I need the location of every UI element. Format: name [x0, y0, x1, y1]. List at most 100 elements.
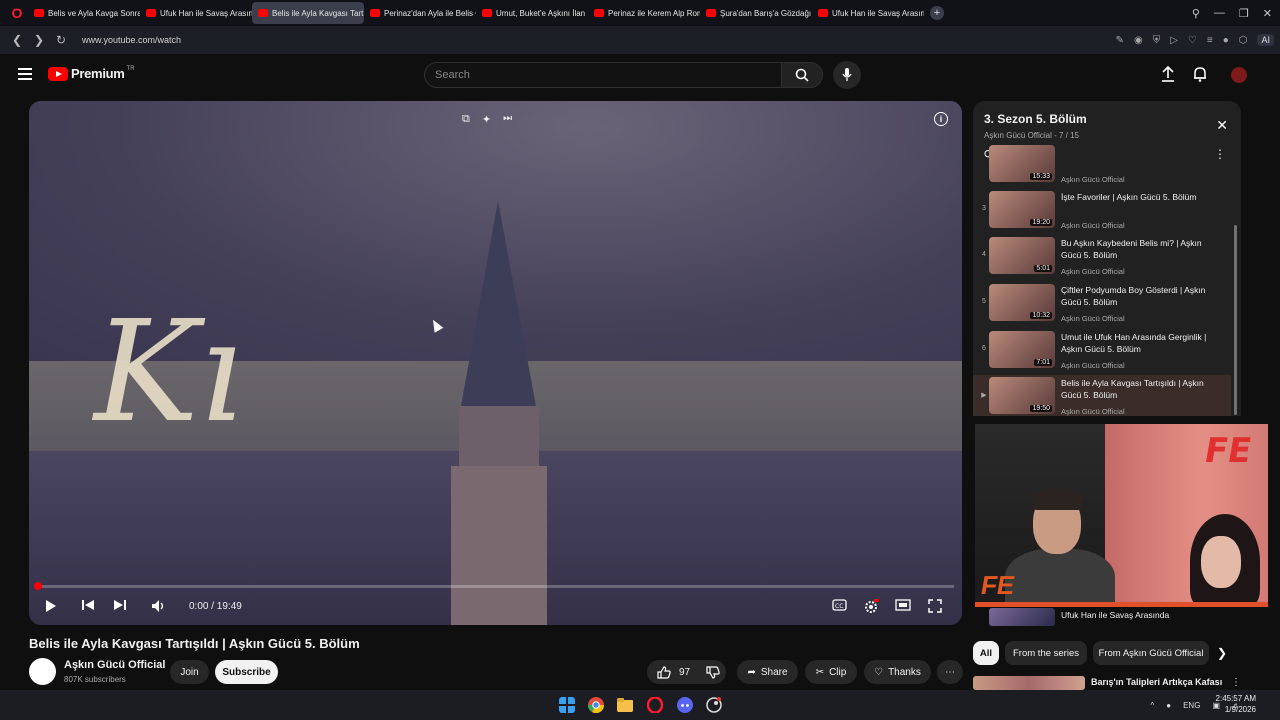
- item-channel: Aşkın Gücü Official: [1061, 267, 1125, 276]
- tab-5[interactable]: Umut, Buket'e Aşkını İlan E: [476, 2, 588, 24]
- info-icon[interactable]: i: [934, 112, 948, 126]
- tray-chevron-icon[interactable]: ^: [1150, 701, 1154, 710]
- opera-icon[interactable]: [647, 697, 663, 713]
- progress-bar[interactable]: [37, 585, 954, 588]
- next-button-icon[interactable]: [113, 599, 127, 611]
- recommendation-menu-icon[interactable]: ⋮: [1231, 677, 1241, 688]
- thumbs-down-icon[interactable]: [706, 666, 720, 679]
- search-tabs-icon[interactable]: ⚲: [1192, 7, 1200, 20]
- reload-button[interactable]: ↻: [50, 33, 72, 47]
- previous-button-icon[interactable]: [81, 599, 95, 611]
- ai-button[interactable]: AI: [1257, 34, 1274, 46]
- video-thumbnail: 19:50: [989, 377, 1055, 414]
- youtube-premium-logo[interactable]: Premium TR: [48, 66, 135, 81]
- search-button[interactable]: [781, 62, 823, 88]
- share-button[interactable]: ➦ Share: [737, 660, 798, 684]
- youtube-favicon-icon: [706, 9, 716, 17]
- volume-icon[interactable]: [151, 599, 167, 613]
- tab-4[interactable]: Perinaz'dan Ayla ile Belis G: [364, 2, 476, 24]
- tab-label: Şura'dan Barış'a Gözdağı |: [720, 8, 812, 18]
- voice-search-button[interactable]: [833, 61, 861, 89]
- next-playlist-item-title[interactable]: Ufuk Han ile Savaş Arasında: [1061, 610, 1169, 620]
- notifications-bell-icon[interactable]: [1193, 66, 1207, 82]
- back-button[interactable]: ❮: [6, 33, 28, 47]
- subscriber-count: 807K subscribers: [64, 675, 126, 684]
- tab-1[interactable]: Belis ve Ayla Kavga Sonra: [28, 2, 140, 24]
- language-indicator[interactable]: ENG: [1183, 701, 1200, 710]
- steam-icon[interactable]: [706, 697, 722, 713]
- channel-avatar[interactable]: [29, 658, 56, 685]
- theater-mode-icon[interactable]: [895, 599, 911, 611]
- search-input[interactable]: Search: [424, 62, 782, 88]
- miniplayer-icon[interactable]: ⧉: [462, 113, 470, 126]
- system-clock[interactable]: 2:45:57 AM 1/9/2026: [1216, 693, 1256, 715]
- video-thumbnail[interactable]: [989, 608, 1055, 626]
- tab-7[interactable]: Şura'dan Barış'a Gözdağı |: [700, 2, 812, 24]
- play-button-icon[interactable]: [45, 599, 57, 613]
- captions-icon[interactable]: CC: [832, 599, 847, 611]
- opera-logo-icon[interactable]: O: [6, 2, 28, 24]
- list-item[interactable]: 6 7:01 Umut ile Ufuk Han Arasında Gergin…: [973, 329, 1231, 375]
- more-actions-button[interactable]: ⋯: [937, 660, 963, 684]
- extension-icon[interactable]: ⬡: [1239, 35, 1248, 46]
- playlist-title[interactable]: 3. Sezon 5. Bölüm: [984, 112, 1087, 126]
- list-item[interactable]: 5 10:32 Çiftler Podyumda Boy Gösterdi | …: [973, 282, 1231, 328]
- item-title: Belis ile Ayla Kavgası Tartışıldı | Aşkı…: [1061, 378, 1204, 400]
- play-icon[interactable]: ▷: [1170, 35, 1178, 46]
- discord-icon[interactable]: [677, 697, 693, 713]
- camera-icon[interactable]: ◉: [1134, 35, 1143, 46]
- tab-3-active[interactable]: Belis ile Ayla Kavgası Tartı: [252, 2, 364, 24]
- fullscreen-icon[interactable]: [928, 599, 942, 613]
- thumbs-up-icon[interactable]: [657, 665, 671, 679]
- ai-sparkle-icon[interactable]: ✦: [482, 113, 491, 126]
- list-item[interactable]: 4 5:01 Bu Aşkın Kaybedeni Belis mi? | Aş…: [973, 235, 1231, 281]
- list-item-current[interactable]: ▶ 19:50 Belis ile Ayla Kavgası Tartışıld…: [973, 375, 1231, 416]
- galata-tower-image: [451, 201, 547, 625]
- tab-8[interactable]: Ufuk Han ile Savaş Arasında: [812, 2, 924, 24]
- heart-icon[interactable]: ♡: [1188, 35, 1197, 46]
- youtube-favicon-icon: [258, 9, 268, 17]
- recommendation-thumbnail[interactable]: [973, 676, 1085, 690]
- url-field[interactable]: www.youtube.com/watch: [82, 35, 181, 45]
- hamburger-menu-icon[interactable]: [18, 68, 32, 80]
- chip-from-channel[interactable]: From Aşkın Gücü Official: [1093, 641, 1209, 665]
- microphone-tray-icon[interactable]: ●: [1166, 701, 1171, 710]
- youtube-favicon-icon: [370, 9, 380, 17]
- chevron-right-icon[interactable]: ❯: [1217, 646, 1227, 660]
- chip-from-series[interactable]: From the series: [1005, 641, 1087, 665]
- scrubber-handle[interactable]: [34, 582, 42, 590]
- menu-icon[interactable]: ≡: [1207, 35, 1213, 46]
- skip-icon[interactable]: ⏭: [503, 113, 512, 126]
- join-button[interactable]: Join: [170, 660, 209, 684]
- tab-6[interactable]: Perinaz ile Kerem Alp Rom: [588, 2, 700, 24]
- shield-icon[interactable]: ⛨: [1153, 35, 1161, 46]
- thanks-button[interactable]: ♡ Thanks: [864, 660, 931, 684]
- video-player[interactable]: Kı ⧉ ✦ ⏭ i 0:00 / 19:49 CC: [29, 101, 962, 625]
- edit-icon[interactable]: ✎: [1116, 35, 1124, 46]
- close-window-button[interactable]: ✕: [1263, 7, 1272, 20]
- minimize-button[interactable]: —: [1214, 7, 1225, 19]
- upload-icon[interactable]: [1161, 66, 1175, 82]
- file-explorer-icon[interactable]: [617, 697, 633, 713]
- windows-start-icon[interactable]: [559, 697, 575, 713]
- item-channel: Aşkın Gücü Official: [1061, 407, 1125, 416]
- clip-button[interactable]: ✂ Clip: [805, 660, 857, 684]
- list-item[interactable]: 3 19:20 İşte Favoriler | Aşkın Gücü 5. B…: [973, 189, 1231, 235]
- chip-all[interactable]: All: [973, 641, 999, 665]
- chrome-icon[interactable]: [588, 697, 604, 713]
- like-count[interactable]: 97: [679, 667, 690, 678]
- channel-name[interactable]: Aşkın Gücü Official: [64, 659, 165, 671]
- close-icon[interactable]: ✕: [1216, 117, 1228, 134]
- maximize-button[interactable]: ❐: [1239, 7, 1249, 20]
- settings-gear-icon[interactable]: [863, 599, 879, 615]
- account-avatar[interactable]: [1231, 67, 1247, 83]
- list-item[interactable]: 15:33 Aşkın Gücü Official: [973, 143, 1231, 189]
- recommendation-title[interactable]: Barış'ın Talipleri Artıkça Kafası: [1091, 677, 1222, 687]
- forward-button[interactable]: ❯: [28, 33, 50, 47]
- new-tab-button[interactable]: +: [930, 6, 944, 20]
- overlay-script-text: Kı: [94, 291, 244, 454]
- playlist-scrollbar[interactable]: [1234, 225, 1237, 415]
- tab-2[interactable]: Ufuk Han ile Savaş Arasında: [140, 2, 252, 24]
- profile-icon[interactable]: ●: [1223, 35, 1229, 46]
- subscribe-button[interactable]: Subscribe: [215, 660, 278, 684]
